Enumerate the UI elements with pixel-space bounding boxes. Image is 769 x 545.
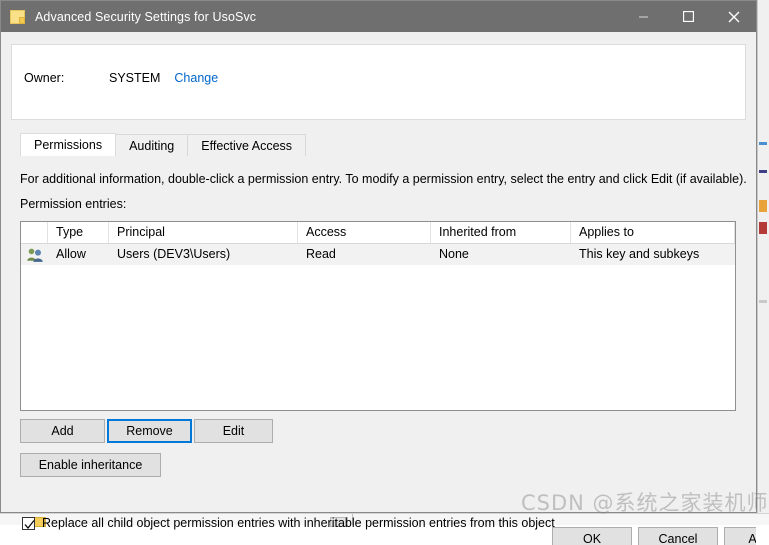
cell-access: Read xyxy=(298,244,431,265)
owner-change-link[interactable]: Change xyxy=(174,71,218,85)
cell-type: Allow xyxy=(48,244,109,265)
background-detail xyxy=(759,170,767,173)
apply-button[interactable]: Apply xyxy=(724,527,756,545)
title-bar: Advanced Security Settings for UsoSvc xyxy=(1,1,756,32)
cell-principal: Users (DEV3\Users) xyxy=(109,244,298,265)
column-header-inherited-from[interactable]: Inherited from xyxy=(431,222,571,243)
owner-row: Owner: SYSTEM Change xyxy=(24,71,218,85)
dialog-footer: OK Cancel Apply xyxy=(1,524,756,545)
background-detail xyxy=(759,222,767,234)
tab-permissions[interactable]: Permissions xyxy=(20,133,116,156)
column-header-applies-to[interactable]: Applies to xyxy=(571,222,735,243)
add-button[interactable]: Add xyxy=(20,419,105,443)
permission-entries-list[interactable]: Type Principal Access Inherited from App… xyxy=(20,221,736,411)
cell-inherited-from: None xyxy=(431,244,571,265)
tab-auditing[interactable]: Auditing xyxy=(115,134,188,156)
column-header-type[interactable]: Type xyxy=(48,222,109,243)
enable-inheritance-button[interactable]: Enable inheritance xyxy=(20,453,161,477)
permission-entries-label: Permission entries: xyxy=(20,197,126,211)
background-detail xyxy=(759,200,767,212)
close-icon[interactable] xyxy=(711,1,756,32)
owner-label: Owner: xyxy=(24,71,109,85)
remove-button[interactable]: Remove xyxy=(107,419,192,443)
window-controls xyxy=(621,1,756,32)
maximize-icon[interactable] xyxy=(666,1,711,32)
edit-button[interactable]: Edit xyxy=(194,419,273,443)
table-row[interactable]: Allow Users (DEV3\Users) Read None This … xyxy=(21,244,735,265)
tab-strip: Permissions Auditing Effective Access xyxy=(20,133,305,156)
advanced-security-settings-dialog: Advanced Security Settings for UsoSvc Ow… xyxy=(0,0,757,513)
background-window-right xyxy=(757,0,769,524)
background-detail xyxy=(759,300,767,303)
cancel-button[interactable]: Cancel xyxy=(638,527,718,545)
tab-effective-access[interactable]: Effective Access xyxy=(187,134,306,156)
folder-icon xyxy=(10,9,26,25)
column-header-icon xyxy=(21,222,48,243)
table-header-row: Type Principal Access Inherited from App… xyxy=(21,222,735,244)
ok-button[interactable]: OK xyxy=(552,527,632,545)
dialog-client-area: Owner: SYSTEM Change Permissions Auditin… xyxy=(1,32,756,512)
window-title: Advanced Security Settings for UsoSvc xyxy=(35,10,256,24)
background-detail xyxy=(759,142,767,145)
minimize-icon[interactable] xyxy=(621,1,666,32)
group-users-icon xyxy=(21,247,48,262)
column-header-access[interactable]: Access xyxy=(298,222,431,243)
instruction-text: For additional information, double-click… xyxy=(20,172,747,186)
owner-value: SYSTEM xyxy=(109,71,160,85)
column-header-principal[interactable]: Principal xyxy=(109,222,298,243)
cell-applies-to: This key and subkeys xyxy=(571,244,735,265)
